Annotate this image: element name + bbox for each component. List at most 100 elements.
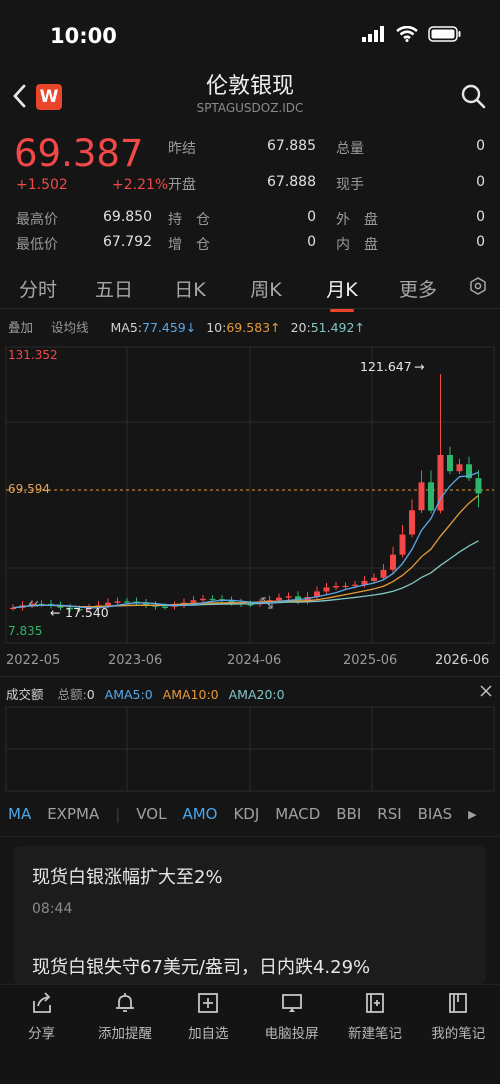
ma10-value: 69.583 bbox=[226, 320, 271, 335]
candle-body bbox=[114, 601, 121, 603]
ma20-value: 51.492 bbox=[310, 320, 355, 335]
indicator-tab-kdj[interactable]: KDJ bbox=[233, 805, 259, 823]
stat-label: 增 仓 bbox=[168, 237, 210, 253]
monitor-cast-icon bbox=[281, 994, 302, 1012]
ama10-label: AMA10: bbox=[162, 687, 211, 702]
candle-body bbox=[162, 606, 168, 608]
add-alert-button[interactable]: 添加提醒 bbox=[83, 985, 166, 1084]
search-button[interactable] bbox=[460, 83, 486, 113]
ma20-line bbox=[12, 540, 479, 609]
stat-label: 内 盘 bbox=[336, 237, 378, 253]
volume-chart bbox=[5, 706, 495, 792]
tab-settings-button[interactable] bbox=[456, 277, 500, 299]
candle-body bbox=[200, 598, 206, 601]
last-price: 69.387 bbox=[14, 132, 144, 175]
stat-value: 67.888 bbox=[267, 174, 316, 190]
indicator-tab-rsi[interactable]: RSI bbox=[377, 805, 401, 823]
stat-label: 昨结 bbox=[168, 141, 196, 157]
tab-five-day[interactable]: 五日 bbox=[76, 275, 152, 302]
candle-body bbox=[209, 598, 216, 601]
stat-value: 0 bbox=[476, 174, 485, 190]
bell-icon bbox=[115, 993, 134, 1012]
overlay-button[interactable]: 叠加 bbox=[8, 320, 33, 335]
candle-body bbox=[342, 585, 349, 588]
new-note-label: 新建笔记 bbox=[347, 1026, 402, 1042]
plus-square-icon bbox=[198, 993, 219, 1013]
wifi-icon bbox=[396, 26, 418, 42]
news-headline[interactable]: 现货白银失守67美元/盎司，日内跌4.29% bbox=[32, 953, 370, 979]
high-marker-label: 121.647 bbox=[360, 359, 412, 374]
my-notes-button[interactable]: 我的笔记 bbox=[417, 985, 500, 1084]
volume-title: 成交额 bbox=[6, 687, 44, 702]
candle-body bbox=[409, 510, 415, 535]
total-value: 0 bbox=[86, 687, 95, 702]
tab-weekly-k[interactable]: 周K bbox=[228, 275, 304, 302]
candle-body bbox=[418, 482, 425, 511]
y-axis-top: 131.352 bbox=[8, 348, 58, 362]
close-volume-button[interactable] bbox=[480, 682, 492, 701]
volume-divider bbox=[0, 676, 500, 677]
stat-label: 现手 bbox=[336, 177, 364, 193]
bottom-toolbar: 分享 添加提醒 加自选 电脑投屏 新建笔记 我的笔记 bbox=[0, 984, 500, 1084]
y-axis-mid: 69.594 bbox=[8, 482, 50, 496]
indicator-tab-bbi[interactable]: BBI bbox=[336, 805, 361, 823]
share-icon bbox=[32, 992, 51, 1013]
add-alert-label: 添加提醒 bbox=[97, 1026, 152, 1042]
stat-value: 0 bbox=[476, 209, 485, 225]
tab-intraday[interactable]: 分时 bbox=[0, 275, 76, 302]
indicator-divider-line bbox=[0, 836, 500, 837]
x-tick: 2024-06 bbox=[227, 653, 281, 668]
stat-value: 69.850 bbox=[103, 209, 152, 225]
share-button[interactable]: 分享 bbox=[0, 985, 83, 1084]
add-watchlist-button[interactable]: 加自选 bbox=[167, 985, 250, 1084]
scroll-left-icon[interactable]: ‹‹ bbox=[28, 596, 39, 612]
screen-cast-button[interactable]: 电脑投屏 bbox=[250, 985, 333, 1084]
ma5-value: 77.459 bbox=[142, 320, 186, 335]
tab-daily-k[interactable]: 日K bbox=[152, 275, 228, 302]
ma10-arrow: ↑ bbox=[270, 320, 281, 335]
volume-legend: 成交额 总额:0 AMA5:0 AMA10:0 AMA20:0 bbox=[6, 684, 285, 703]
indicator-tab-bias[interactable]: BIAS bbox=[418, 805, 453, 823]
hexagon-settings-icon bbox=[470, 277, 486, 295]
indicator-tab-amo[interactable]: AMO bbox=[182, 805, 217, 823]
new-note-button[interactable]: 新建笔记 bbox=[333, 985, 416, 1084]
ma20-arrow: ↑ bbox=[354, 320, 365, 335]
candle-body bbox=[276, 597, 282, 601]
total-label: 总额: bbox=[57, 687, 87, 702]
stat-label: 开盘 bbox=[168, 177, 196, 193]
tab-monthly-k[interactable]: 月K bbox=[304, 275, 380, 312]
candle-body bbox=[456, 464, 463, 472]
ma-settings-button[interactable]: 设均线 bbox=[51, 320, 89, 335]
candlestick-chart[interactable]: 131.352 69.594 7.835 121.647 → ← 17.540 … bbox=[0, 340, 500, 680]
news-card[interactable]: 现货白银涨幅扩大至2% 08:44 现货白银失守67美元/盎司，日内跌4.29% bbox=[14, 846, 486, 984]
price-change-pct: +2.21% bbox=[112, 177, 169, 193]
ama20-label: AMA20: bbox=[228, 687, 277, 702]
ma5-label: MA5: bbox=[110, 320, 143, 335]
price-change: +1.502 bbox=[16, 177, 68, 193]
tab-more[interactable]: 更多 bbox=[380, 275, 456, 302]
candle-body bbox=[323, 587, 330, 592]
status-icons bbox=[362, 26, 462, 42]
stat-label: 最高价 bbox=[16, 212, 58, 228]
x-tick: 2025-06 bbox=[343, 653, 397, 668]
indicator-tab-ma[interactable]: MA bbox=[8, 805, 31, 823]
x-tick: 2026-06 bbox=[435, 653, 489, 668]
ma10-label: 10: bbox=[206, 320, 227, 335]
ama20-value: 0 bbox=[276, 687, 285, 702]
indicator-more-icon[interactable]: ▶ bbox=[468, 808, 476, 821]
my-notes-label: 我的笔记 bbox=[431, 1026, 486, 1042]
x-tick: 2022-05 bbox=[6, 653, 60, 668]
stat-label: 总量 bbox=[336, 141, 364, 157]
ma20-label: 20: bbox=[290, 320, 311, 335]
indicator-tab-expma[interactable]: EXPMA bbox=[47, 805, 99, 823]
ma10-line bbox=[12, 494, 479, 609]
stat-value: 67.885 bbox=[267, 138, 316, 154]
battery-icon bbox=[428, 26, 461, 42]
indicator-tab-vol[interactable]: VOL bbox=[136, 805, 166, 823]
candle-body bbox=[333, 585, 339, 588]
candle-body bbox=[447, 455, 453, 472]
news-headline[interactable]: 现货白银涨幅扩大至2% bbox=[32, 863, 223, 889]
indicator-tab-macd[interactable]: MACD bbox=[275, 805, 320, 823]
notebook-icon bbox=[449, 993, 468, 1013]
ma-legend: 叠加 设均线 MA5:77.459↓ 10:69.583↑ 20:51.492↑ bbox=[8, 317, 365, 336]
